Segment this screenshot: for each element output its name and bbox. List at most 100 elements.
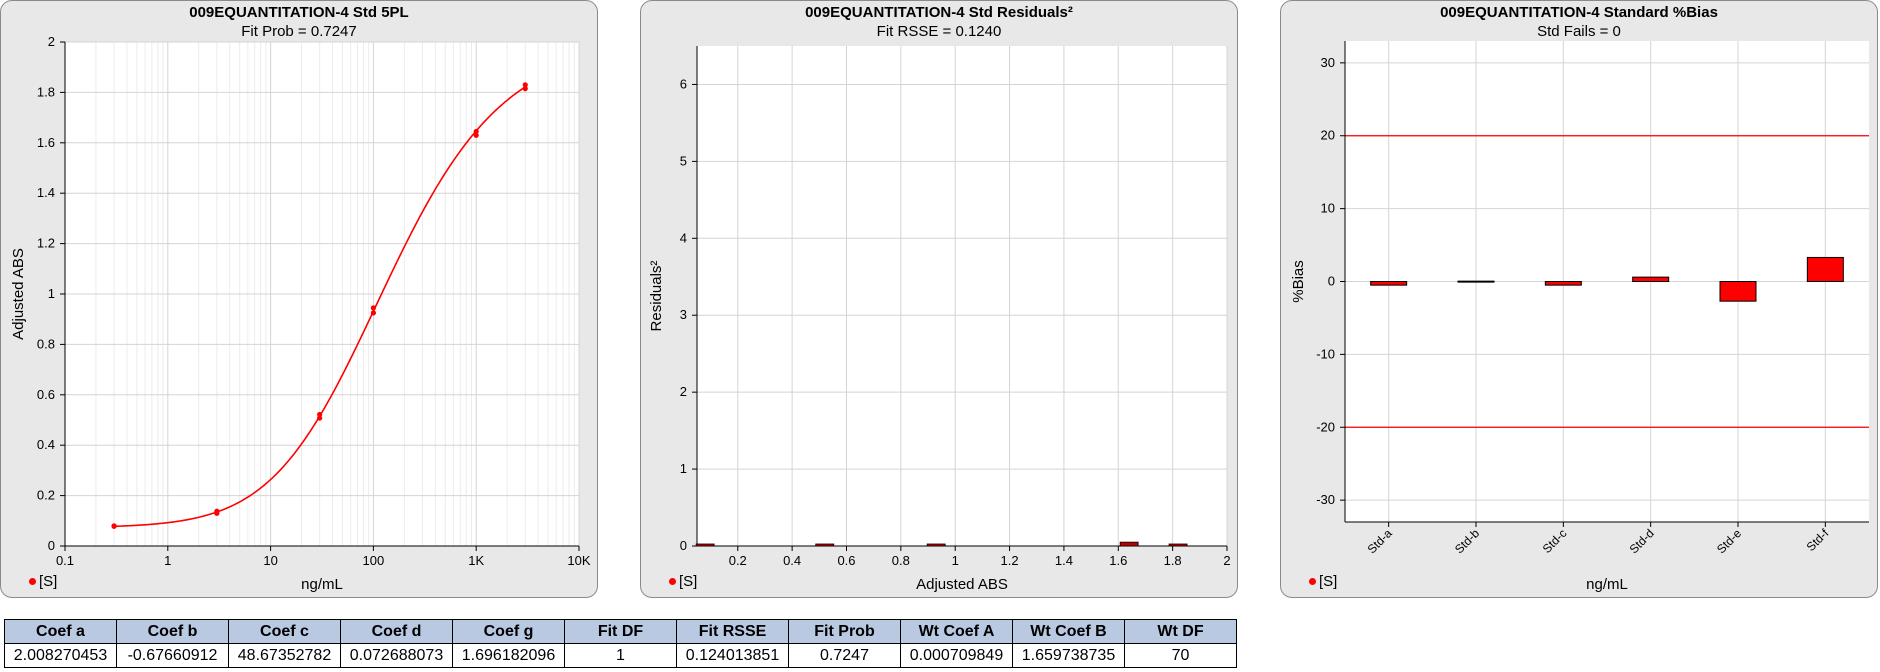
x-tick-label: Std-f: [1804, 526, 1832, 554]
plot-area: [697, 46, 1227, 546]
x-tick-label: 1.2: [1001, 553, 1019, 568]
y-tick-label: 0.8: [37, 336, 55, 351]
y-tick-label: 1.8: [37, 84, 55, 99]
y-axis-label: Adjusted ABS: [10, 248, 27, 340]
x-tick-label: 0.8: [892, 553, 910, 568]
y-tick-label: 2: [680, 384, 687, 399]
table-header: Wt Coef A: [900, 619, 1013, 644]
x-tick-label: 1: [164, 553, 171, 568]
table-header: Wt DF: [1124, 619, 1237, 644]
x-tick-label: Std-d: [1627, 526, 1657, 556]
x-axis-label: ng/mL: [301, 576, 343, 593]
x-tick-label: 1K: [468, 553, 484, 568]
data-point: [522, 82, 528, 88]
table-cell: 0.124013851: [676, 643, 789, 668]
residual-bar: [1168, 543, 1188, 547]
x-tick-label: Std-a: [1365, 526, 1395, 556]
plot-5pl: 0.1 1 10 100 1K 10K 0 0.2 0.4 0.6 0.8 1 1.2 1.4 1.6 1.8…: [10, 34, 591, 593]
plot-residuals: 0.2 0.4 0.6 0.8 1 1.2 1.4 1.6 1.8 2 0 1 2 3 4 5 6 Adjuste…: [648, 46, 1231, 593]
y-tick-label: 5: [680, 153, 687, 168]
table-header: Fit RSSE: [676, 619, 789, 644]
data-point: [111, 523, 117, 529]
y-tick-label: 6: [680, 76, 687, 91]
legend-label: [S]: [1319, 573, 1338, 590]
y-tick-label: -10: [1316, 346, 1335, 361]
legend-marker-icon: [669, 578, 676, 585]
coefficient-table: Coef a Coef b Coef c Coef d Coef g Fit D…: [4, 619, 1237, 668]
table-header: Coef b: [116, 619, 229, 644]
legend: [S]: [29, 573, 57, 590]
x-tick-label: 1.6: [1109, 553, 1127, 568]
y-tick-label: 10: [1321, 201, 1335, 216]
bias-bar: [1632, 276, 1670, 282]
legend: [S]: [669, 573, 697, 590]
y-tick-label: 1: [48, 286, 55, 301]
table-cell: 0.072688073: [340, 643, 453, 668]
x-tick-label: 0.2: [729, 553, 747, 568]
legend-marker-icon: [29, 578, 36, 585]
table-header: Coef c: [228, 619, 341, 644]
y-tick-label: 1: [680, 461, 687, 476]
x-tick-label: 10: [263, 553, 277, 568]
data-point: [214, 508, 220, 514]
table-cell: 1.659738735: [1012, 643, 1125, 668]
x-tick-label: 1.8: [1164, 553, 1182, 568]
legend-marker-icon: [1309, 578, 1316, 585]
table-header-row: Coef a Coef b Coef c Coef d Coef g Fit D…: [4, 619, 1237, 644]
x-tick-label: 0.1: [56, 553, 74, 568]
y-tick-label: 0.6: [37, 387, 55, 402]
legend-label: [S]: [39, 573, 58, 590]
y-tick-label: 20: [1321, 128, 1335, 143]
table-row: 2.008270453 -0.67660912 48.67352782 0.07…: [4, 643, 1237, 668]
chart-panel-5pl: 009EQUANTITATION-4 Std 5PL Fit Prob = 0.…: [0, 0, 598, 598]
y-tick-label: 2: [48, 34, 55, 49]
y-tick-label: 1.2: [37, 236, 55, 251]
y-tick-label: -20: [1316, 419, 1335, 434]
residual-bar: [926, 543, 946, 547]
legend: [S]: [1309, 573, 1337, 590]
table-cell: 48.67352782: [228, 643, 341, 668]
residual-bar: [1119, 541, 1139, 547]
x-axis-label: ng/mL: [1586, 576, 1628, 593]
y-tick-label: 30: [1321, 55, 1335, 70]
table-header: Wt Coef B: [1012, 619, 1125, 644]
x-tick-label: 1.4: [1055, 553, 1073, 568]
bias-bar: [1544, 281, 1582, 286]
y-tick-label: 0: [1328, 274, 1335, 289]
x-tick-label: Std-c: [1540, 526, 1570, 556]
data-point: [317, 411, 323, 418]
table-cell: 70: [1124, 643, 1237, 668]
data-point: [370, 305, 376, 311]
table-header: Fit Prob: [788, 619, 901, 644]
y-tick-label: 1.6: [37, 135, 55, 150]
x-tick-label: Std-b: [1452, 526, 1482, 556]
x-axis-label: Adjusted ABS: [916, 576, 1008, 593]
table-cell: 2.008270453: [4, 643, 117, 668]
chart-panel-bias: 009EQUANTITATION-4 Standard %Bias Std Fa…: [1280, 0, 1878, 598]
x-tick-label: 10K: [567, 553, 590, 568]
table-header: Fit DF: [564, 619, 677, 644]
y-tick-label: -30: [1316, 492, 1335, 507]
table-cell: 1.696182096: [452, 643, 565, 668]
y-tick-label: 0.2: [37, 488, 55, 503]
data-point: [370, 310, 376, 316]
x-tick-label: 100: [363, 553, 385, 568]
y-tick-label: 3: [680, 307, 687, 322]
x-tick-label: 0.6: [837, 553, 855, 568]
legend-label: [S]: [679, 573, 698, 590]
y-tick-label: 0.4: [37, 437, 55, 452]
table-header: Coef g: [452, 619, 565, 644]
residual-bar: [695, 543, 715, 547]
table-cell: 1: [564, 643, 677, 668]
y-tick-label: 1.4: [37, 185, 55, 200]
y-axis-label: Residuals²: [648, 261, 665, 332]
y-tick-label: 0: [48, 538, 55, 553]
y-tick-label: 0: [680, 538, 687, 553]
table-header: Coef a: [4, 619, 117, 644]
plot-bias: -30 -20 -10 0 10 20 30 Std-a Std-b Std-c Std-d Std-…: [1290, 41, 1869, 593]
table-cell: 0.000709849: [900, 643, 1013, 668]
table-cell: -0.67660912: [116, 643, 229, 668]
bias-bar: [1719, 281, 1757, 302]
bias-bar: [1806, 256, 1844, 283]
bias-bar: [1370, 281, 1408, 286]
